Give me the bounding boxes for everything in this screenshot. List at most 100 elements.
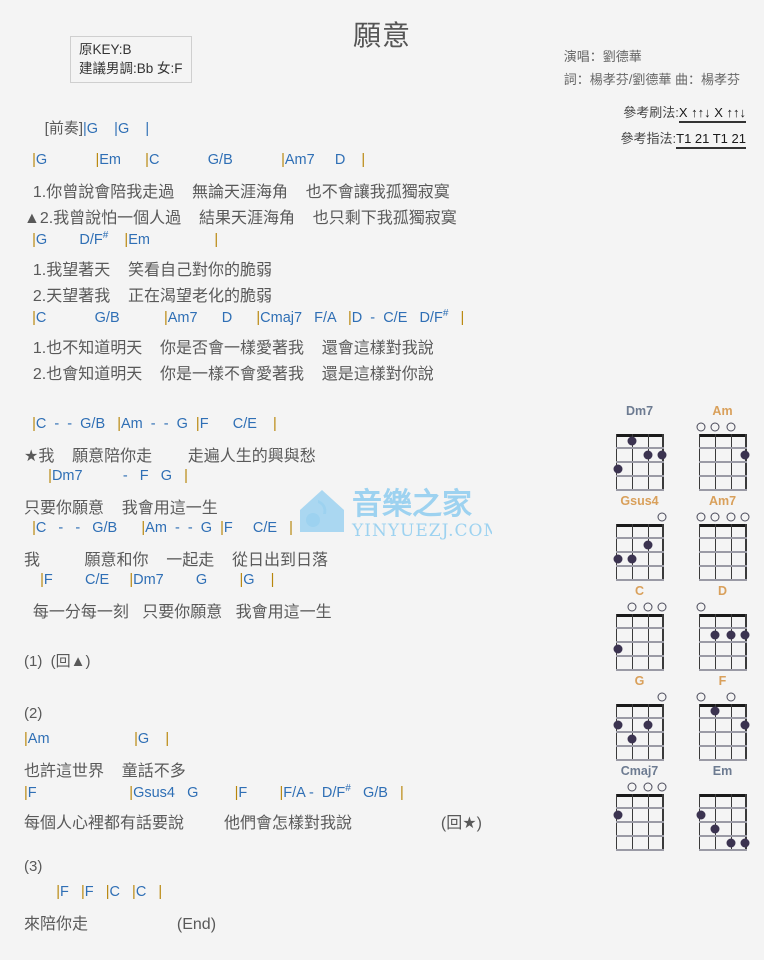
open-string-marker — [726, 692, 735, 702]
fret-4 — [615, 849, 664, 851]
finger-label: 參考指法: — [620, 131, 677, 146]
fret-4 — [615, 759, 664, 761]
chorus-chords-line: |C - - G/B |Am - - G |F C/E | — [32, 416, 277, 432]
open-string-marker — [726, 422, 735, 432]
fret-1 — [615, 717, 664, 719]
finger-dot — [657, 450, 666, 460]
fret-1 — [615, 537, 664, 539]
chorus-chords-line: |F C/E |Dm7 G |G | — [40, 572, 275, 588]
open-string-marker — [627, 602, 636, 612]
chord-name-label: F — [718, 674, 727, 688]
outro-lyric-line: 來陪你走 (End) — [24, 916, 217, 933]
verse-1-chords-line: |G |Em |C G/B |Am7 D | — [32, 152, 366, 168]
open-string-marker — [643, 602, 652, 612]
finger-pattern-row: 參考指法:T1 21 T1 21 — [620, 126, 746, 152]
fret-3 — [615, 565, 664, 567]
chord-diagram-f: F — [681, 674, 764, 764]
finger-dot — [643, 540, 652, 550]
open-string-marker — [726, 512, 735, 522]
finger-dot — [710, 824, 719, 834]
strum-label: 參考刷法: — [623, 105, 679, 120]
chord-diagram-dm7: Dm7 — [598, 404, 681, 494]
verse-2-chords-line: |Am |G | — [24, 731, 170, 747]
finger-dot — [613, 644, 622, 654]
fret-3 — [615, 475, 664, 477]
fretboard — [613, 782, 666, 851]
finger-dot — [726, 838, 735, 848]
open-string-marker — [657, 782, 666, 792]
fret-2 — [698, 461, 747, 463]
finger-dot — [627, 734, 636, 744]
finger-dot — [740, 838, 749, 848]
fret-4 — [615, 669, 664, 671]
finger-dot — [627, 554, 636, 564]
original-key: 原KEY:B — [79, 42, 132, 57]
chord-diagram-am: Am — [681, 404, 764, 494]
verse-2-chords-line: |F |Gsus4 G |F |F/A - D/F# G/B | — [24, 783, 404, 801]
fret-3 — [698, 475, 747, 477]
intro-label: [前奏] — [44, 120, 84, 137]
fret-2 — [615, 461, 664, 463]
finger-dot — [710, 706, 719, 716]
chord-name-label: G — [634, 674, 645, 688]
fret-4 — [698, 669, 747, 671]
suggested-key: 建議男調:Bb 女:F — [79, 61, 183, 76]
chord-name-label: Dm7 — [625, 404, 654, 418]
nut — [698, 614, 747, 617]
strum-pattern-row: 參考刷法:X ↑↑↓ X ↑↑↓ — [621, 100, 746, 126]
open-string-marker — [696, 422, 705, 432]
chord-diagram-c: C — [598, 584, 681, 674]
fret-2 — [698, 641, 747, 643]
writer-credit: 詞：楊孝芬/劉德華 曲：楊孝芬 — [563, 72, 740, 87]
verse-2-lyric-line: 每個人心裡都有話要說 他們會怎樣對我說 (回★) — [24, 815, 482, 832]
chord-diagram-em: Em — [681, 764, 764, 854]
open-string-marker — [657, 512, 666, 522]
fret-3 — [698, 835, 747, 837]
open-string-marker — [627, 782, 636, 792]
svg-text:音樂之家: 音樂之家 — [352, 487, 472, 522]
verse-1-lyric-line: 1.也不知道明天 你是否會一樣愛著我 還會這樣對我說 — [24, 340, 434, 357]
fret-4 — [615, 489, 664, 491]
fret-3 — [615, 835, 664, 837]
chorus-lyric-line: 只要你願意 我會用這一生 — [24, 500, 218, 517]
fret-1 — [698, 447, 747, 449]
fret-2 — [615, 641, 664, 643]
finger-dot — [740, 450, 749, 460]
chord-diagram-cmaj7: Cmaj7 — [598, 764, 681, 854]
fret-3 — [698, 565, 747, 567]
open-string-marker — [657, 602, 666, 612]
fret-4 — [698, 759, 747, 761]
singer-credit: 演唱：劉德華 — [563, 49, 642, 64]
open-string-marker — [696, 512, 705, 522]
verse-1-chords-line: |G D/F# |Em | — [32, 230, 219, 248]
outro-chords-line: |F |F |C |C | — [56, 884, 163, 900]
fret-4 — [615, 579, 664, 581]
fret-3 — [615, 745, 664, 747]
chord-diagram-d: D — [681, 584, 764, 674]
finger-dot — [740, 630, 749, 640]
fret-2 — [615, 551, 664, 553]
nut — [615, 794, 664, 797]
open-string-marker — [740, 512, 749, 522]
chorus-lyric-line: 我 願意和你 一起走 從日出到日落 — [24, 552, 329, 569]
verse-1-lyric-line: 2.天望著我 正在渴望老化的脆弱 — [24, 288, 273, 305]
fret-3 — [698, 655, 747, 657]
verse-1-chords-line: |C G/B |Am7 D |Cmaj7 F/A |D - C/E D/F# | — [32, 308, 465, 326]
fretboard — [696, 602, 749, 671]
intro-row: [前奏]|G |G | — [28, 100, 149, 155]
chorus-lyric-line: ★我 願意陪你走 走遍人生的興與愁 — [24, 448, 316, 465]
fretboard — [613, 512, 666, 581]
nut — [615, 704, 664, 707]
finger-dot — [740, 720, 749, 730]
fret-2 — [698, 731, 747, 733]
nut — [698, 524, 747, 527]
fret-3 — [698, 745, 747, 747]
open-string-marker — [643, 782, 652, 792]
fret-1 — [698, 627, 747, 629]
open-string-marker — [710, 512, 719, 522]
site-watermark: 音樂之家 YINYUEZJ.COM — [296, 480, 492, 550]
fret-4 — [698, 489, 747, 491]
chord-diagram-g: G — [598, 674, 681, 764]
svg-text:YINYUEZJ.COM: YINYUEZJ.COM — [351, 521, 492, 541]
credits: 演唱：劉德華 詞：楊孝芬/劉德華 曲：楊孝芬 — [564, 45, 740, 91]
